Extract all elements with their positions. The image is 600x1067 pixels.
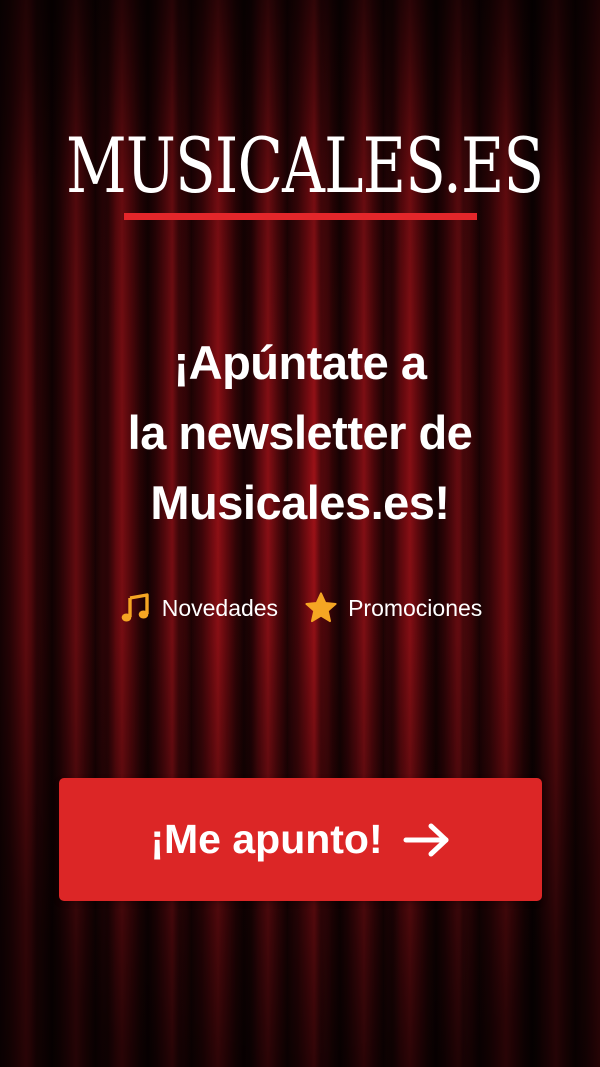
arrow-right-icon <box>403 822 451 858</box>
star-icon <box>304 591 338 625</box>
music-note-icon <box>118 591 152 625</box>
logo-underline <box>124 213 477 220</box>
headline-line-1: ¡Apúntate a <box>173 336 428 389</box>
headline: ¡Apúntate a la newsletter de Musicales.e… <box>0 328 600 538</box>
subscribe-button-label: ¡Me apunto! <box>150 816 383 862</box>
feature-label-promociones: Promociones <box>348 594 483 621</box>
brand-logo: MUSICALES.ES <box>66 121 544 210</box>
feature-label-novedades: Novedades <box>161 594 279 621</box>
headline-line-2: la newsletter de <box>127 406 473 459</box>
subscribe-button[interactable]: ¡Me apunto! <box>59 778 542 901</box>
newsletter-signup-banner: MUSICALES.ES ¡Apúntate a la newsletter d… <box>0 0 600 1067</box>
headline-line-3: Musicales.es! <box>150 476 450 529</box>
feature-novedades: Novedades <box>118 591 278 625</box>
feature-list: Novedades Promociones <box>0 588 600 628</box>
feature-promociones: Promociones <box>304 591 482 625</box>
